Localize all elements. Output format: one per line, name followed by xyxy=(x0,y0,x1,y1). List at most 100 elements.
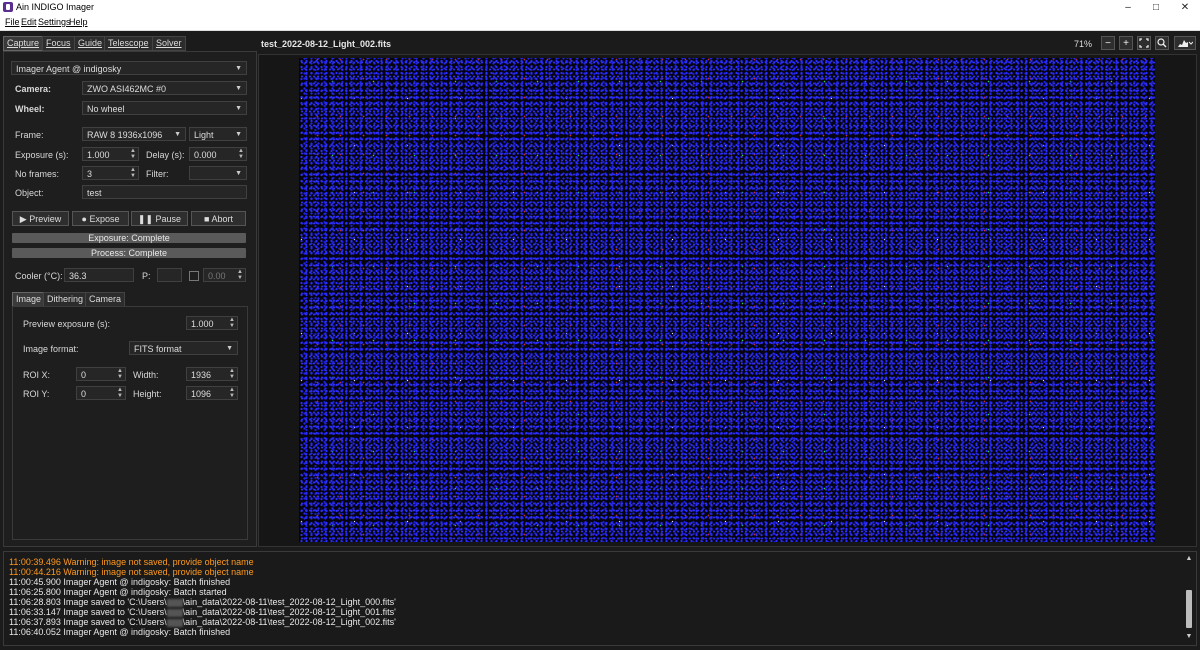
spin-arrows-icon[interactable]: ▲ ▼ xyxy=(237,269,243,281)
maximize-button[interactable]: □ xyxy=(1141,0,1171,15)
spin-arrows-icon[interactable]: ▲ ▼ xyxy=(229,368,235,380)
height-label: Height: xyxy=(133,389,162,399)
frame-type-value: Light xyxy=(194,130,214,140)
exposure-spinbox[interactable]: 1.000 ▲ ▼ xyxy=(82,147,139,161)
preview-exposure-label: Preview exposure (s): xyxy=(23,319,111,329)
log-line: 11:00:39.496 Warning: image not saved, p… xyxy=(9,557,254,567)
log-text: \ain_data\2022-08-11\test_2022-08-12_Lig… xyxy=(182,617,396,627)
preview-button[interactable]: ▶ Preview xyxy=(12,211,69,226)
cooler-label: Cooler (°C): xyxy=(15,271,63,281)
menu-file[interactable]: File xyxy=(5,17,20,27)
cooler-setpoint-spinbox[interactable]: 0.00 ▲ ▼ xyxy=(203,268,246,282)
log-text: 11:06:28.803 Image saved to 'C:\Users\ xyxy=(9,597,167,607)
object-input[interactable]: test xyxy=(82,185,247,199)
power-field xyxy=(157,268,182,282)
chevron-down-icon: ▼ xyxy=(235,105,242,112)
magnifier-icon[interactable] xyxy=(1155,36,1169,50)
histogram-icon[interactable] xyxy=(1174,36,1196,50)
tab-telescope[interactable]: Telescope xyxy=(104,36,153,51)
delay-value: 0.000 xyxy=(194,150,217,160)
log-line: 11:06:28.803 Image saved to 'C:\Users\ \a… xyxy=(9,597,396,607)
log-text: \ain_data\2022-08-11\test_2022-08-12_Lig… xyxy=(182,597,396,607)
log-text: 11:06:33.147 Image saved to 'C:\Users\ xyxy=(9,607,167,617)
spin-arrows-icon[interactable]: ▲ ▼ xyxy=(130,148,136,160)
wheel-value: No wheel xyxy=(87,104,125,114)
subtab-dithering[interactable]: Dithering xyxy=(43,292,88,307)
tab-solver[interactable]: Solver xyxy=(152,36,186,51)
chevron-down-icon: ▼ xyxy=(226,345,233,352)
chevron-down-icon: ▼ xyxy=(235,65,242,72)
expose-button[interactable]: ● Expose xyxy=(72,211,129,226)
menu-edit[interactable]: Edit xyxy=(21,17,37,27)
spin-arrows-icon[interactable]: ▲ ▼ xyxy=(117,387,123,399)
zoom-out-button[interactable]: − xyxy=(1101,36,1115,50)
delay-spinbox[interactable]: 0.000 ▲ ▼ xyxy=(189,147,247,161)
frames-spinbox[interactable]: 3 ▲ ▼ xyxy=(82,166,139,180)
record-dot-icon: ● xyxy=(81,214,87,224)
spin-arrows-icon[interactable]: ▲ ▼ xyxy=(229,387,235,399)
pause-icon: ❚❚ xyxy=(137,214,154,224)
abort-button[interactable]: ■ Abort xyxy=(191,211,246,226)
height-spinbox[interactable]: 1096 ▲ ▼ xyxy=(186,386,238,400)
subtab-image[interactable]: Image xyxy=(12,292,46,307)
menu-bar: File Edit Settings Help xyxy=(0,15,1200,31)
camera-select[interactable]: ZWO ASI462MC #0 ▼ xyxy=(82,81,247,95)
exposure-label: Exposure (s): xyxy=(15,150,69,160)
log-text: 11:06:37.893 Image saved to 'C:\Users\ xyxy=(9,617,167,627)
expose-label: Expose xyxy=(89,214,120,224)
fit-to-window-icon[interactable] xyxy=(1137,36,1151,50)
menu-help[interactable]: Help xyxy=(69,17,88,27)
chevron-down-icon: ▼ xyxy=(235,131,242,138)
spin-arrows-icon[interactable]: ▲ ▼ xyxy=(117,368,123,380)
spin-arrows-icon[interactable]: ▲ ▼ xyxy=(130,167,136,179)
image-format-select[interactable]: FITS format ▼ xyxy=(129,341,238,355)
spin-arrows-icon[interactable]: ▲ ▼ xyxy=(229,317,235,329)
log-line: 11:00:44.216 Warning: image not saved, p… xyxy=(9,567,254,577)
filter-select[interactable]: ▼ xyxy=(189,166,247,180)
camera-value: ZWO ASI462MC #0 xyxy=(87,84,167,94)
roi-x-spinbox[interactable]: 0 ▲ ▼ xyxy=(76,367,126,381)
log-scrollbar[interactable]: ▲ ▼ xyxy=(1183,553,1195,643)
stop-icon: ■ xyxy=(204,214,210,224)
height-value: 1096 xyxy=(191,389,212,399)
roi-y-spinbox[interactable]: 0 ▲ ▼ xyxy=(76,386,126,400)
scroll-up-icon[interactable]: ▲ xyxy=(1184,555,1194,562)
scroll-thumb[interactable] xyxy=(1186,590,1192,628)
roi-x-label: ROI X: xyxy=(23,370,51,380)
fits-image[interactable] xyxy=(299,58,1155,542)
title-bar: Ain INDIGO Imager – □ ✕ xyxy=(0,0,1200,15)
frame-type-select[interactable]: Light ▼ xyxy=(189,127,247,141)
width-label: Width: xyxy=(133,370,159,380)
log-text: \ain_data\2022-08-11\test_2022-08-12_Lig… xyxy=(182,607,396,617)
close-button[interactable]: ✕ xyxy=(1170,0,1200,15)
agent-select[interactable]: Imager Agent @ indigosky ▼ xyxy=(11,61,247,75)
preview-label: Preview xyxy=(29,214,62,224)
preview-exposure-spinbox[interactable]: 1.000 ▲ ▼ xyxy=(186,316,238,330)
wheel-select[interactable]: No wheel ▼ xyxy=(82,101,247,115)
process-progress-bar: Process: Complete xyxy=(12,248,246,258)
log-line: 11:06:37.893 Image saved to 'C:\Users\ \a… xyxy=(9,617,396,627)
exposure-progress-bar: Exposure: Complete xyxy=(12,233,246,243)
delay-label: Delay (s): xyxy=(146,150,185,160)
pause-button[interactable]: ❚❚ Pause xyxy=(131,211,188,226)
play-icon: ▶ xyxy=(19,214,27,224)
spin-arrows-icon[interactable]: ▲ ▼ xyxy=(238,148,244,160)
tab-capture[interactable]: Capture xyxy=(3,36,44,51)
filter-label: Filter: xyxy=(146,169,169,179)
camera-label: Camera: xyxy=(15,84,52,94)
width-spinbox[interactable]: 1936 ▲ ▼ xyxy=(186,367,238,381)
tab-focus[interactable]: Focus xyxy=(42,36,75,51)
redacted-username xyxy=(166,608,183,617)
menu-settings[interactable]: Settings xyxy=(38,17,71,27)
width-value: 1936 xyxy=(191,370,212,380)
cooler-checkbox[interactable] xyxy=(189,271,199,281)
tab-guide[interactable]: Guide xyxy=(74,36,107,51)
zoom-in-button[interactable]: + xyxy=(1119,36,1133,50)
power-label: P: xyxy=(142,271,151,281)
scroll-down-icon[interactable]: ▼ xyxy=(1184,633,1194,640)
cooler-temperature-field: 36.3 xyxy=(64,268,134,282)
exposure-value: 1.000 xyxy=(87,150,110,160)
subtab-camera[interactable]: Camera xyxy=(85,292,126,307)
minimize-button[interactable]: – xyxy=(1113,0,1143,15)
frame-select[interactable]: RAW 8 1936x1096 ▼ xyxy=(82,127,186,141)
